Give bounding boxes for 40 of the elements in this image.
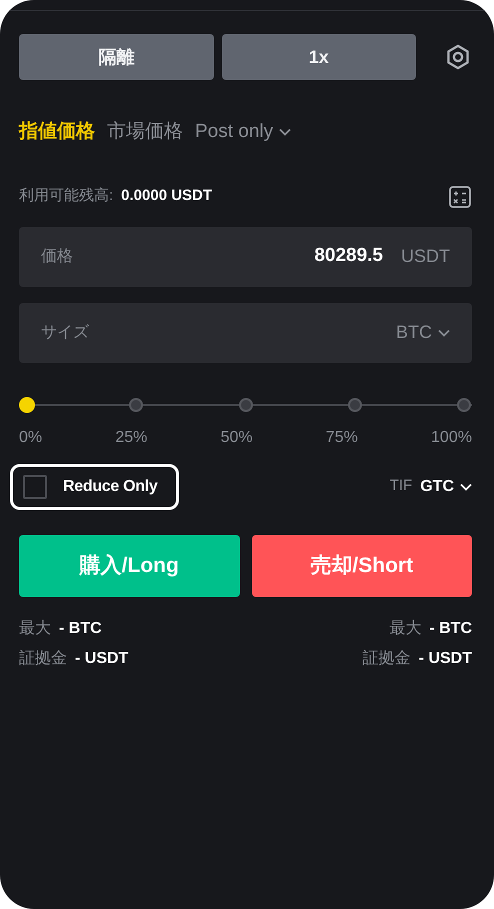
limit-value: - BTC <box>59 618 102 638</box>
limit-label: 証拠金 <box>362 648 411 668</box>
slider-mark-label: 50% <box>220 428 253 448</box>
price-field[interactable]: 価格 80289.5 USDT <box>19 226 472 286</box>
field-label: 価格 <box>41 246 73 266</box>
tif-selector[interactable]: GTC <box>420 474 472 498</box>
balance-value: 0.0000 USDT <box>121 186 212 206</box>
chevron-down-icon <box>460 482 472 490</box>
limit-label: 証拠金 <box>19 648 67 668</box>
calculator-icon[interactable] <box>448 184 472 208</box>
slider-step-dot[interactable] <box>457 398 471 412</box>
slider-mark-label: 25% <box>115 428 148 448</box>
checkbox-label[interactable]: Reduce Only <box>63 474 158 498</box>
margin-mode-button[interactable]: 隔離 <box>19 34 214 80</box>
order-type-tab[interactable]: Post only <box>195 118 292 146</box>
limit-label: 最大 <box>19 618 51 638</box>
leverage-button[interactable]: 1x <box>222 34 416 80</box>
tif-label: TIF <box>390 476 412 496</box>
reduce-only-checkbox[interactable] <box>23 474 47 498</box>
slider-step-dot[interactable] <box>129 398 144 412</box>
size-field[interactable]: サイズ BTC <box>19 302 472 362</box>
limit-value: - BTC <box>429 618 472 638</box>
slider-step-dot[interactable] <box>348 398 362 412</box>
slider-mark-label: 75% <box>326 428 358 448</box>
limit-label: 最大 <box>389 618 422 638</box>
price-input[interactable]: 80289.5 <box>73 241 385 272</box>
slider-track[interactable] <box>19 398 472 414</box>
sell-short-button[interactable]: 売却/Short <box>252 534 472 596</box>
slider-mark-label: 100% <box>431 428 472 448</box>
limit-value: - USDT <box>75 648 128 668</box>
slider-thumb[interactable] <box>19 396 35 412</box>
slider-step-dot[interactable] <box>238 398 252 412</box>
order-type-tab[interactable]: 指値価格 <box>19 118 95 146</box>
slider-mark-label: 0% <box>19 428 42 448</box>
unit-selector[interactable]: BTC <box>396 319 450 346</box>
field-label: サイズ <box>41 322 89 342</box>
limit-value: - USDT <box>418 648 472 668</box>
balance-label: 利用可能残高: <box>19 186 114 206</box>
unit-label: USDT <box>401 245 450 268</box>
order-type-tab[interactable]: 市場価格 <box>107 118 183 146</box>
